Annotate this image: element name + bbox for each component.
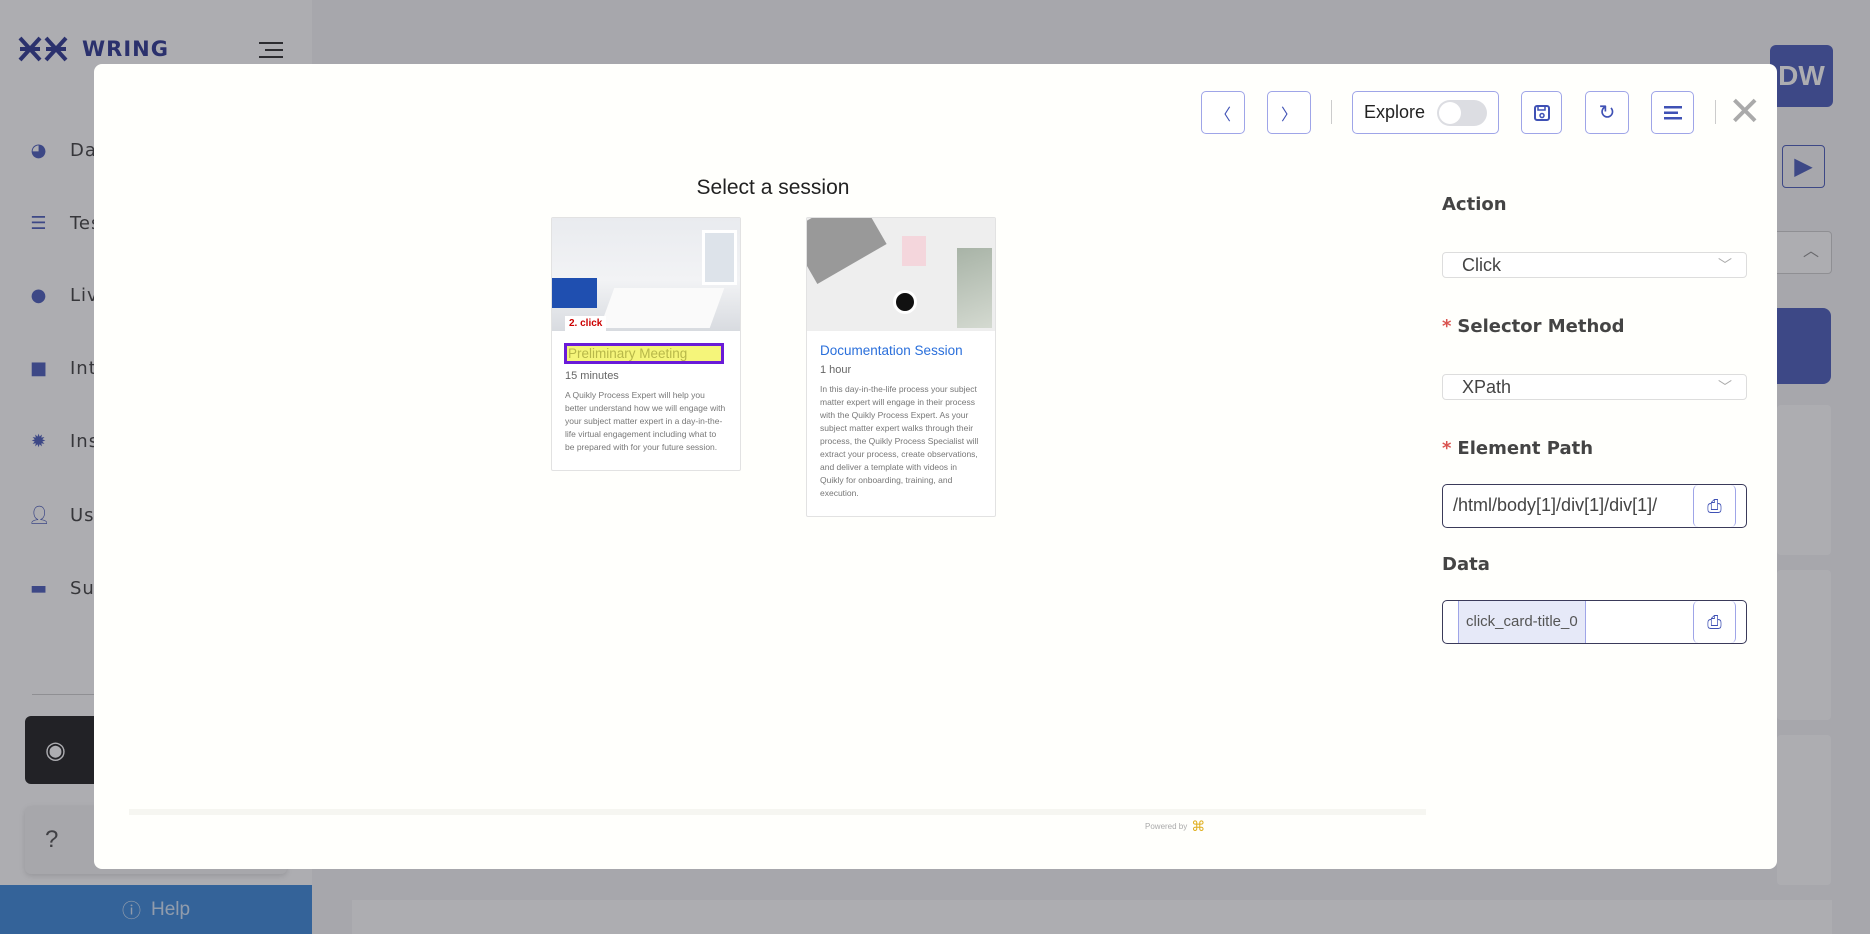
- list-arrow-icon: [1663, 105, 1682, 119]
- selector-method-label: * Selector Method: [1442, 316, 1625, 337]
- brand-logo-icon: ⌘: [1191, 818, 1206, 834]
- card-title[interactable]: Documentation Session: [820, 343, 982, 358]
- next-button[interactable]: 〉: [1267, 91, 1311, 134]
- save-button[interactable]: [1521, 91, 1562, 134]
- action-label: Action: [1442, 194, 1507, 215]
- powered-by-text: Powered by: [1145, 822, 1188, 831]
- data-input[interactable]: click_card-title_0 ⎙: [1442, 600, 1747, 644]
- explore-toggle[interactable]: Explore: [1352, 91, 1499, 134]
- pick-data-button[interactable]: ⎙: [1693, 601, 1736, 643]
- toolbar-divider: [1715, 100, 1716, 124]
- selector-value: XPath: [1462, 377, 1512, 397]
- action-select[interactable]: Click ﹀: [1442, 252, 1747, 278]
- toggle-switch[interactable]: [1437, 99, 1488, 126]
- card-title[interactable]: Preliminary Meeting: [564, 343, 724, 364]
- card-duration: 15 minutes: [565, 370, 619, 382]
- rotate-icon: ↻: [1598, 102, 1616, 124]
- chevron-left-icon: 〈: [1214, 106, 1231, 124]
- meeting-room-image: 2. click: [552, 218, 740, 331]
- session-card[interactable]: 2. click Preliminary Meeting 15 minutes …: [551, 217, 741, 471]
- data-label: Data: [1442, 554, 1490, 575]
- pick-element-button[interactable]: ⎙: [1693, 485, 1736, 527]
- reset-button[interactable]: ↻: [1585, 91, 1629, 134]
- session-card[interactable]: Documentation Session 1 hour In this day…: [806, 217, 996, 517]
- step-editor-modal: 〈 〉 Explore ↻ ✕ Select a session 2. clic…: [94, 64, 1777, 869]
- step-label: 2. click: [565, 316, 607, 331]
- card-description: A Quikly Process Expert will help you be…: [565, 390, 726, 452]
- previous-button[interactable]: 〈: [1201, 91, 1245, 134]
- chevron-down-icon: ﹀: [1718, 379, 1732, 395]
- selector-method-select[interactable]: XPath ﹀: [1442, 374, 1747, 400]
- element-path-value[interactable]: /html/body[1]/div[1]/div[1]/: [1453, 495, 1678, 516]
- menu-button[interactable]: [1651, 91, 1694, 134]
- save-icon: [1533, 104, 1550, 121]
- footer-divider: [129, 809, 1426, 815]
- data-chip[interactable]: click_card-title_0: [1458, 601, 1586, 643]
- card-duration: 1 hour: [820, 364, 852, 376]
- element-path-label: * Element Path: [1442, 438, 1594, 459]
- selector-picker-icon: ⎙: [1707, 495, 1722, 516]
- action-value: Click: [1462, 255, 1501, 275]
- chevron-right-icon: 〉: [1280, 106, 1297, 124]
- element-path-input[interactable]: /html/body[1]/div[1]/div[1]/ ⎙: [1442, 484, 1747, 528]
- toolbar-divider: [1331, 100, 1332, 124]
- selector-picker-icon: ⎙: [1707, 611, 1722, 632]
- powered-by: Powered by ⌘: [1145, 818, 1205, 835]
- close-icon[interactable]: ✕: [1728, 92, 1762, 132]
- explore-label: Explore: [1363, 102, 1426, 122]
- page-title: Select a session: [696, 176, 850, 199]
- laptop-desk-image: [807, 218, 995, 331]
- card-description: In this day-in-the-life process your sub…: [820, 384, 979, 498]
- chevron-down-icon: ﹀: [1718, 257, 1732, 273]
